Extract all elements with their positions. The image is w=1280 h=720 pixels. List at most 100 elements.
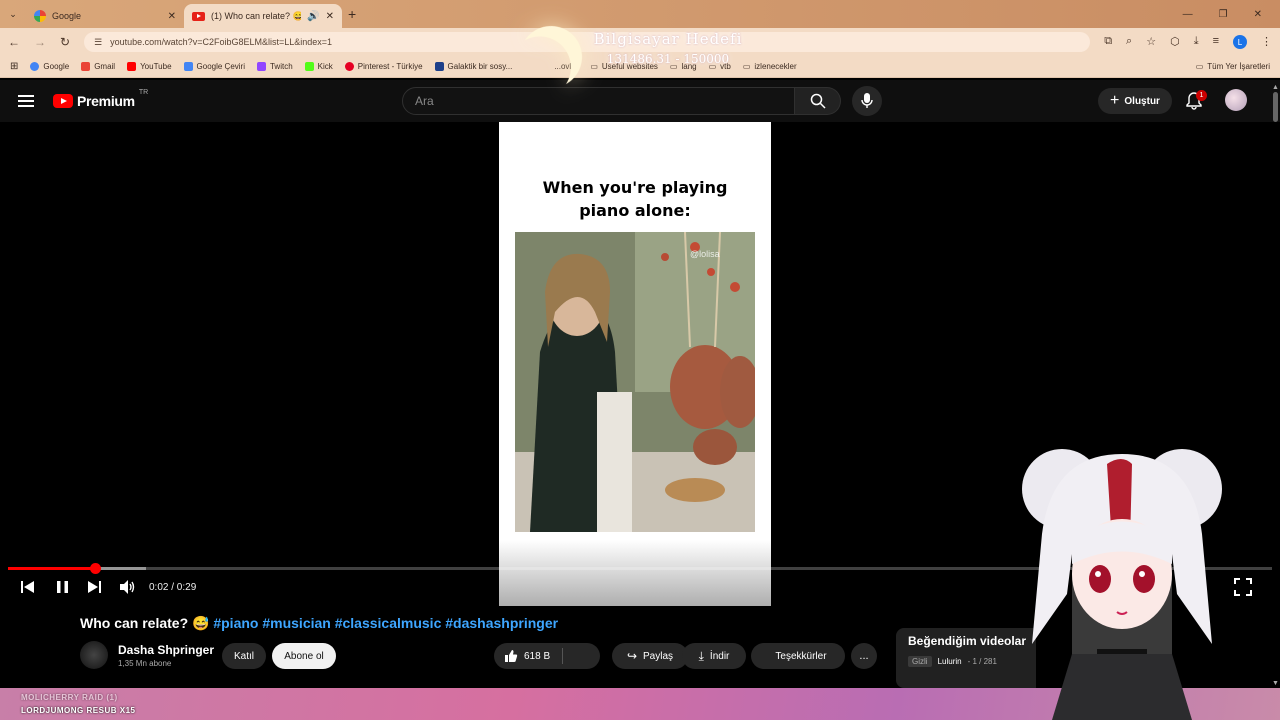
search-placeholder: Ara: [415, 94, 434, 108]
download-button[interactable]: ⤓ İndir: [682, 643, 746, 669]
channel-name[interactable]: Dasha Shpringer: [118, 643, 214, 657]
played-bar: [8, 567, 95, 570]
browser-tab-bar: ⌄ Google ✕ (1) Who can relate? 😅 #pi 🔊 ✕…: [0, 0, 1280, 28]
profile-avatar[interactable]: L: [1233, 35, 1247, 49]
create-label: Oluştur: [1124, 95, 1160, 107]
search-button[interactable]: [795, 87, 841, 115]
bookmark-label: Google: [43, 62, 70, 71]
youtube-premium-logo[interactable]: Premium TR: [53, 89, 148, 109]
new-tab-icon[interactable]: +: [348, 6, 356, 22]
playlist-title: Beğendiğim videolar: [908, 634, 1027, 648]
share-label: Paylaş: [643, 650, 674, 662]
pause-button[interactable]: [51, 576, 73, 598]
more-actions-button[interactable]: ...: [851, 643, 877, 669]
raid-alert-text: MOLICHERRY RAID (1): [21, 693, 118, 702]
zoom-icon[interactable]: ⌕: [1126, 35, 1132, 49]
bookmark-twitch[interactable]: Twitch: [256, 62, 293, 71]
url-text: youtube.com/watch?v=C2FoibG8ELM&list=LL&…: [110, 37, 333, 47]
bookmark-youtube[interactable]: YouTube: [127, 62, 172, 71]
bookmark-translate[interactable]: Google Çeviri: [183, 62, 245, 71]
bookmark-label: YouTube: [140, 62, 172, 71]
bookmark-galaktik[interactable]: Galaktik bir sosy...: [434, 62, 513, 71]
video-watermark: @lolisa: [690, 249, 720, 259]
close-window-icon[interactable]: ✕: [1254, 9, 1262, 20]
pause-icon: [56, 581, 68, 593]
volume-button[interactable]: [117, 576, 139, 598]
extensions-icon[interactable]: ⬡: [1170, 35, 1180, 49]
folder-icon: ▭: [1195, 62, 1204, 71]
menu-hamburger-icon[interactable]: [18, 95, 34, 107]
fullscreen-icon[interactable]: [1234, 578, 1252, 596]
video-caption: When you're playing piano alone:: [499, 176, 771, 222]
next-button[interactable]: [83, 576, 105, 598]
join-button[interactable]: Katıl: [222, 643, 266, 669]
share-button[interactable]: ↪ Paylaş: [612, 643, 688, 669]
youtube-icon: [127, 62, 137, 71]
downloads-icon[interactable]: ⤓: [1194, 35, 1199, 49]
install-icon[interactable]: ⧉: [1104, 35, 1112, 49]
reload-icon[interactable]: ↻: [60, 35, 70, 49]
audio-icon[interactable]: 🔊: [307, 11, 319, 22]
channel-avatar[interactable]: [80, 641, 108, 669]
goal-title: Bilgisayar Hedefi: [593, 30, 743, 48]
tab-title: (1) Who can relate? 😅 #pi: [211, 10, 302, 21]
apps-grid-icon[interactable]: ⊞: [10, 61, 18, 72]
google-favicon-icon: [34, 10, 46, 22]
browser-tab-google[interactable]: Google ✕: [26, 4, 184, 28]
page-scrollbar[interactable]: [1273, 92, 1278, 122]
minimize-icon[interactable]: —: [1183, 9, 1193, 20]
vtuber-avatar-image: [1022, 449, 1222, 720]
close-tab-icon[interactable]: ✕: [326, 11, 334, 22]
thumbs-up-icon[interactable]: [504, 649, 518, 663]
subscribe-button[interactable]: Abone ol: [272, 643, 336, 669]
playlist-position: - 1 / 281: [967, 657, 997, 666]
gmail-icon: [81, 62, 91, 71]
close-tab-icon[interactable]: ✕: [168, 11, 176, 22]
search-input[interactable]: Ara: [402, 87, 795, 115]
plus-icon: +: [1110, 92, 1120, 109]
bookmark-star-icon[interactable]: ☆: [1146, 35, 1156, 49]
bookmark-label: Google Çeviri: [196, 62, 245, 71]
skip-next-icon: [88, 581, 101, 593]
create-button[interactable]: + Oluştur: [1098, 88, 1172, 114]
caption-line: piano alone:: [579, 201, 691, 220]
notification-badge: 1: [1196, 90, 1207, 101]
account-avatar[interactable]: [1225, 89, 1247, 111]
bookmark-label: Galaktik bir sosy...: [447, 62, 513, 71]
tab-search-chevron-icon[interactable]: ⌄: [0, 9, 26, 20]
back-icon[interactable]: ←: [8, 35, 20, 49]
bookmark-label: Tüm Yer İşaretleri: [1207, 62, 1270, 71]
scroll-up-arrow-icon[interactable]: ▲: [1272, 84, 1279, 91]
bookmark-label: izlenecekler: [754, 62, 797, 71]
media-icon[interactable]: ≡: [1213, 35, 1219, 49]
privacy-badge: Gizli: [908, 656, 932, 667]
title-text: Who can relate? 😅: [80, 615, 210, 631]
pinterest-icon: [344, 62, 354, 71]
site-info-icon[interactable]: ☰: [94, 37, 102, 48]
menu-kebab-icon[interactable]: ⋮: [1261, 35, 1272, 49]
hashtag-links[interactable]: #piano #musician #classicalmusic #dashas…: [213, 615, 558, 631]
like-divider: [562, 648, 564, 664]
browser-tab-youtube[interactable]: (1) Who can relate? 😅 #pi 🔊 ✕: [184, 4, 342, 28]
scroll-down-arrow-icon[interactable]: ▼: [1272, 680, 1279, 687]
logo-text: Premium: [77, 93, 135, 109]
download-label: İndir: [709, 650, 730, 662]
previous-button[interactable]: [17, 576, 39, 598]
bookmark-gmail[interactable]: Gmail: [81, 62, 115, 71]
bookmark-kick[interactable]: Kick: [304, 62, 333, 71]
maximize-icon[interactable]: ❐: [1219, 9, 1228, 20]
microphone-icon: [861, 93, 873, 108]
like-count[interactable]: 618 B: [524, 651, 550, 662]
download-icon: ⤓: [698, 648, 704, 663]
voice-search-button[interactable]: [852, 86, 882, 116]
forward-icon[interactable]: →: [34, 35, 46, 49]
bookmark-google[interactable]: Google: [30, 62, 69, 71]
scrubber-handle[interactable]: [90, 563, 101, 574]
thanks-button[interactable]: Teşekkürler: [751, 643, 845, 669]
bookmark-pinterest[interactable]: Pinterest - Türkiye: [344, 62, 423, 71]
kick-icon: [304, 62, 314, 71]
video-scene-image: [515, 232, 755, 532]
all-bookmarks[interactable]: ▭ Tüm Yer İşaretleri: [1196, 62, 1270, 71]
thanks-label: Teşekkürler: [775, 650, 827, 662]
resub-alert-text: LORDJUMONG RESUB X15: [21, 706, 136, 715]
